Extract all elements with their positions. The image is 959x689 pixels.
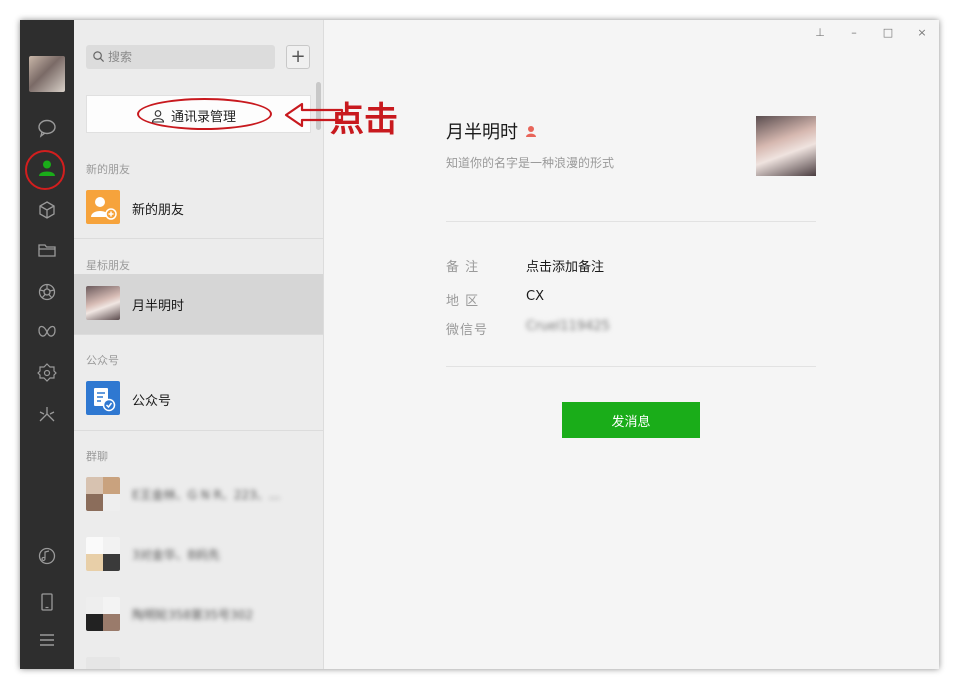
- search-discover-icon[interactable]: [33, 400, 61, 428]
- section-official: 公众号: [86, 354, 119, 367]
- official-account-icon: [86, 381, 120, 415]
- region-label: 地 区: [446, 294, 480, 309]
- music-icon[interactable]: [33, 542, 61, 570]
- channels-butterfly-icon[interactable]: [33, 318, 61, 346]
- search-input[interactable]: [108, 47, 268, 67]
- favorites-cube-icon[interactable]: [33, 196, 61, 224]
- profile-panel: ⊥ – □ × 月半明时 知道你的名字是一种浪漫的形式 备 注 点击添加备注 地…: [324, 20, 939, 669]
- section-new-friends: 新的朋友: [86, 163, 130, 176]
- maximize-icon[interactable]: □: [877, 26, 899, 40]
- menu-icon[interactable]: [33, 626, 61, 654]
- pin-icon[interactable]: ⊥: [809, 26, 831, 40]
- left-sidebar: [20, 20, 74, 669]
- my-avatar[interactable]: [29, 56, 65, 92]
- section-starred: 星标朋友: [86, 259, 130, 272]
- chat-icon[interactable]: [33, 114, 61, 142]
- group-avatar: [86, 597, 120, 631]
- list-item-group[interactable]: [74, 645, 323, 669]
- list-item-group[interactable]: 陶明轮358第35号302: [74, 585, 323, 645]
- new-friend-icon: [86, 190, 120, 224]
- region-value: CX: [526, 289, 544, 304]
- wechat-window: + 通讯录管理 新的朋友 新的朋友 星标朋友 月半明时 公众号: [20, 20, 939, 669]
- close-icon[interactable]: ×: [911, 26, 933, 40]
- remark-value[interactable]: 点击添加备注: [526, 256, 604, 275]
- profile-name: 月半明时: [446, 122, 518, 143]
- files-folder-icon[interactable]: [33, 236, 61, 264]
- contact-management-button[interactable]: 通讯录管理: [86, 95, 311, 133]
- female-gender-icon: [526, 126, 536, 137]
- search-bar[interactable]: [86, 45, 275, 69]
- group-avatar: [86, 477, 120, 511]
- list-item-new-friends[interactable]: 新的朋友: [74, 178, 323, 238]
- mini-programs-icon[interactable]: [33, 358, 61, 386]
- search-icon: [93, 51, 105, 63]
- annotation-text: 点击: [330, 100, 398, 140]
- profile-avatar[interactable]: [756, 116, 816, 176]
- wechat-id-label: 微信号: [446, 323, 489, 338]
- wechat-id-value: Cruel119425: [526, 319, 610, 334]
- profile-signature: 知道你的名字是一种浪漫的形式: [446, 156, 615, 170]
- group-avatar: [86, 657, 120, 669]
- list-item-group[interactable]: E王金林、G N R、223、...: [74, 465, 323, 525]
- contact-avatar: [86, 286, 120, 320]
- add-contact-button[interactable]: +: [286, 45, 310, 69]
- send-message-button[interactable]: 发消息: [562, 402, 700, 438]
- contact-management-label: 通讯录管理: [171, 110, 237, 125]
- profile-name-row: 月半明时: [446, 118, 538, 144]
- section-groups: 群聊: [86, 450, 108, 463]
- list-item-group[interactable]: 3对金华、B妈先: [74, 525, 323, 585]
- contact-manage-icon: [151, 109, 165, 123]
- group-avatar: [86, 537, 120, 571]
- window-controls: ⊥ – □ ×: [809, 26, 933, 40]
- phone-icon[interactable]: [33, 588, 61, 616]
- contacts-icon[interactable]: [33, 154, 61, 182]
- minimize-icon[interactable]: –: [843, 26, 865, 40]
- list-item-starred-contact[interactable]: 月半明时: [74, 274, 323, 334]
- list-item-official-accounts[interactable]: 公众号: [74, 369, 323, 429]
- moments-aperture-icon[interactable]: [33, 278, 61, 306]
- remark-label: 备 注: [446, 260, 480, 275]
